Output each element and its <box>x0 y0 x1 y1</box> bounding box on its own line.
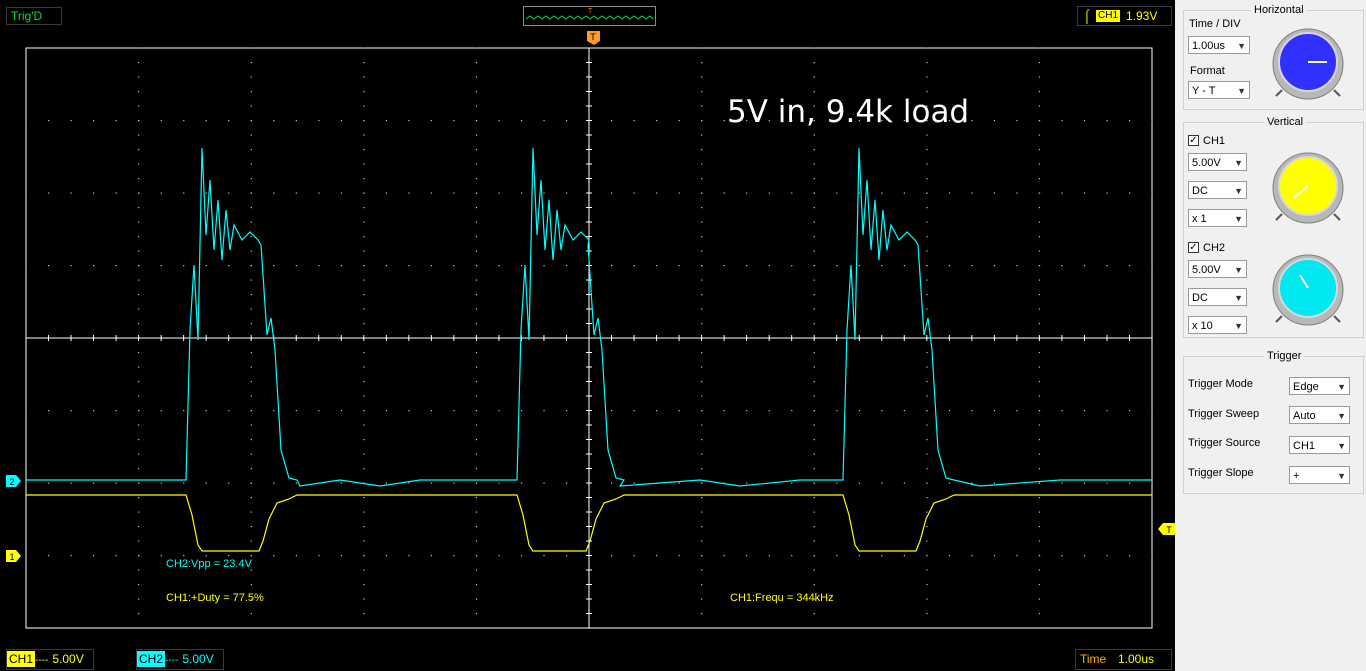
trigger-channel-badge: CH1 <box>1096 10 1121 22</box>
measurement-frequency: CH1:Frequ = 344kHz <box>730 592 834 604</box>
trigger-slope-label: Trigger Slope <box>1188 467 1254 479</box>
time-div-label: Time / DIV <box>1189 18 1241 30</box>
bottom-status-bar: CH1 ---- 5.00V CH2 ---- 5.00V Time 1.00us <box>0 644 1175 671</box>
svg-text:T: T <box>1166 525 1172 535</box>
ch1-coupling-select[interactable]: DC ▼ <box>1188 181 1247 199</box>
overview-trigger-marker: T <box>588 8 593 15</box>
format-label: Format <box>1190 65 1225 77</box>
measurement-vpp: CH2:Vpp = 23.4V <box>166 558 253 570</box>
chevron-down-icon: ▼ <box>1234 214 1243 224</box>
chevron-down-icon: ▼ <box>1234 265 1243 275</box>
chevron-down-icon: ▼ <box>1234 321 1243 331</box>
control-panel: Horizontal Time / DIV 1.00us ▼ Format Y -… <box>1175 0 1366 671</box>
annotation-text: 5V in, 9.4k load <box>727 94 969 130</box>
chevron-down-icon: ▼ <box>1237 86 1246 96</box>
trigger-source-select[interactable]: CH1 ▼ <box>1289 436 1350 454</box>
waveform-overview[interactable]: T <box>523 6 656 26</box>
format-select[interactable]: Y - T ▼ <box>1188 81 1250 99</box>
waveform-display[interactable]: T T 2 1 5V in, 9.4k load CH2:Vpp = 23.4V… <box>0 30 1175 644</box>
svg-text:T: T <box>590 32 596 42</box>
ch2-volts-select[interactable]: 5.00V ▼ <box>1188 260 1247 278</box>
ch1-knob[interactable] <box>1270 150 1346 226</box>
ch2-enable-checkbox[interactable]: ✓ <box>1188 242 1199 253</box>
chevron-down-icon: ▼ <box>1237 41 1246 51</box>
chevron-down-icon: ▼ <box>1337 382 1346 392</box>
oscilloscope-screen: Trig'D T ⌠ CH1 1.93V T T 2 1 5V in, 9.4k… <box>0 0 1175 671</box>
svg-text:2: 2 <box>9 477 14 487</box>
trigger-info: ⌠ CH1 1.93V <box>1077 6 1172 26</box>
ch1-enable-checkbox[interactable]: ✓ <box>1188 135 1199 146</box>
ch1-scale-value: 5.00V <box>52 652 84 666</box>
trigger-mode-select[interactable]: Edge ▼ <box>1289 377 1350 395</box>
overview-wave: T <box>525 8 654 20</box>
trigger-level: 1.93V <box>1126 9 1158 23</box>
ch1-volts-select[interactable]: 5.00V ▼ <box>1188 153 1247 171</box>
chevron-down-icon: ▼ <box>1337 471 1346 481</box>
chevron-down-icon: ▼ <box>1337 441 1346 451</box>
trigger-sweep-select[interactable]: Auto ▼ <box>1289 406 1350 424</box>
ch2-scale-readout: CH2 ---- 5.00V <box>136 649 224 670</box>
ch2-coupling-select[interactable]: DC ▼ <box>1188 288 1247 306</box>
ch1-checkbox-label: CH1 <box>1203 135 1226 147</box>
top-status-bar: Trig'D T ⌠ CH1 1.93V <box>0 0 1175 30</box>
time-div-select[interactable]: 1.00us ▼ <box>1188 36 1250 54</box>
ch1-probe-select[interactable]: x 1 ▼ <box>1188 209 1247 227</box>
chevron-down-icon: ▼ <box>1234 186 1243 196</box>
trigger-title: Trigger <box>1264 350 1305 362</box>
trigger-status: Trig'D <box>6 7 62 25</box>
chevron-down-icon: ▼ <box>1337 411 1346 421</box>
ch2-scale-value: 5.00V <box>182 652 214 666</box>
ch2-probe-select[interactable]: x 10 ▼ <box>1188 316 1247 334</box>
trigger-source-label: Trigger Source <box>1188 437 1261 449</box>
time-label: Time <box>1080 652 1107 666</box>
ch2-knob[interactable] <box>1270 252 1346 328</box>
ch1-label: CH1 <box>7 651 36 667</box>
chevron-down-icon: ▼ <box>1234 158 1243 168</box>
chevron-down-icon: ▼ <box>1234 293 1243 303</box>
horizontal-knob[interactable] <box>1270 26 1346 102</box>
horizontal-title: Horizontal <box>1251 4 1307 16</box>
time-value: 1.00us <box>1118 652 1155 666</box>
trigger-mode-label: Trigger Mode <box>1188 378 1254 390</box>
ch1-scale-readout: CH1 ---- 5.00V <box>6 649 94 670</box>
rising-edge-icon: ⌠ <box>1083 8 1091 23</box>
ch2-label: CH2 <box>137 651 166 667</box>
trigger-sweep-label: Trigger Sweep <box>1188 408 1260 420</box>
measurement-duty: CH1:+Duty = 77.5% <box>166 592 264 604</box>
vertical-title: Vertical <box>1264 116 1307 128</box>
trigger-slope-select[interactable]: + ▼ <box>1289 466 1350 484</box>
svg-text:1: 1 <box>9 552 14 562</box>
timebase-readout: Time 1.00us <box>1075 649 1172 670</box>
ch2-checkbox-label: CH2 <box>1203 242 1226 254</box>
